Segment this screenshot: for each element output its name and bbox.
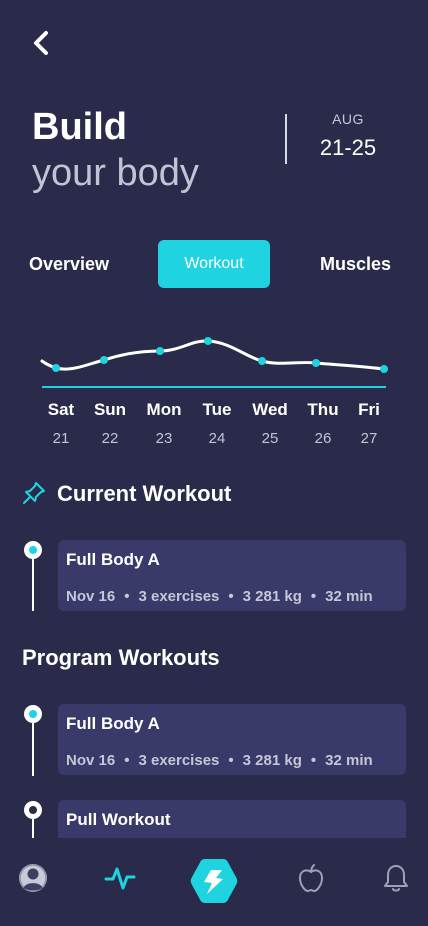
timeline-dot-active — [24, 705, 42, 723]
title-sub: your body — [32, 152, 199, 194]
apple-icon — [298, 864, 324, 893]
tab-bar: Overview Workout Muscles — [0, 240, 428, 288]
nav-profile[interactable] — [13, 858, 53, 898]
day-sun[interactable]: Sun 22 — [85, 400, 135, 447]
activity-curve — [40, 339, 386, 371]
chart-point-sun — [100, 356, 108, 364]
workout-date: Nov 16 — [66, 588, 116, 605]
day-name: Mon — [146, 400, 182, 419]
workout-weight: 3 281 kg — [242, 752, 302, 769]
tab-muscles[interactable]: Muscles — [320, 240, 391, 288]
workout-exercises: 3 exercises — [138, 588, 220, 605]
lightning-icon — [190, 859, 238, 903]
day-name: Tue — [202, 400, 232, 419]
workout-name: Pull Workout — [66, 810, 171, 829]
timeline-line — [32, 714, 34, 776]
day-fri[interactable]: Fri 27 — [344, 400, 394, 447]
title-main: Build — [32, 106, 127, 148]
pin-icon — [23, 482, 45, 504]
chart-point-wed — [258, 357, 266, 365]
day-number: 22 — [101, 430, 119, 447]
chart-point-fri — [380, 365, 388, 373]
day-name: Sat — [47, 400, 75, 419]
current-workout-title: Current Workout — [57, 481, 232, 506]
activity-chart — [40, 337, 388, 388]
nav-notifications[interactable] — [376, 858, 416, 898]
date-range: 21-25 — [319, 135, 377, 160]
day-number: 25 — [261, 430, 279, 447]
bell-icon — [384, 865, 408, 892]
timeline-dot-active — [24, 541, 42, 559]
date-month: AUG — [332, 111, 364, 127]
nav-workout[interactable] — [189, 856, 239, 906]
timeline-dot — [24, 801, 42, 819]
page-title: Build your body — [32, 104, 199, 196]
chart-point-tue — [204, 337, 212, 345]
day-number: 27 — [360, 430, 378, 447]
day-thu[interactable]: Thu 26 — [298, 400, 348, 447]
activity-icon — [104, 867, 136, 890]
workout-duration: 32 min — [325, 588, 373, 605]
profile-icon — [19, 864, 47, 892]
workout-duration: 32 min — [325, 752, 373, 769]
tab-overview[interactable]: Overview — [29, 240, 109, 288]
nav-nutrition[interactable] — [291, 858, 331, 898]
day-name: Sun — [93, 400, 127, 419]
workout-exercises: 3 exercises — [138, 752, 220, 769]
day-name: Fri — [358, 400, 380, 419]
day-tue[interactable]: Tue 24 — [192, 400, 242, 447]
day-mon[interactable]: Mon 23 — [139, 400, 189, 447]
chart-point-sat — [52, 364, 60, 372]
workout-meta: Nov 16 • 3 exercises • 3 281 kg • 32 min — [66, 588, 373, 605]
timeline-line — [32, 551, 34, 611]
workout-name: Full Body A — [66, 714, 160, 733]
workout-meta: Nov 16 • 3 exercises • 3 281 kg • 32 min — [66, 752, 373, 769]
day-number: 21 — [52, 430, 70, 447]
program-workout-card[interactable]: Full Body A Nov 16 • 3 exercises • 3 281 kg •… — [58, 704, 406, 775]
current-workout-card[interactable]: Full Body A Nov 16 • 3 exercises • 3 281 kg •… — [58, 540, 406, 611]
back-button[interactable] — [26, 28, 56, 58]
day-sat[interactable]: Sat 21 — [36, 400, 86, 447]
bottom-nav — [0, 838, 428, 926]
workout-weight: 3 281 kg — [242, 588, 302, 605]
tab-workout[interactable]: Workout — [158, 240, 270, 288]
week-days: Sat 21 Sun 22 Mon 23 Tue 24 Wed 25 Thu 2… — [0, 400, 428, 450]
day-wed[interactable]: Wed 25 — [245, 400, 295, 447]
program-workouts-title: Program Workouts — [22, 645, 220, 670]
chevron-left-icon — [34, 31, 48, 55]
date-range-block: AUG 21-25 — [300, 111, 396, 161]
day-number: 24 — [208, 430, 226, 447]
day-name: Thu — [307, 400, 339, 419]
day-number: 26 — [314, 430, 332, 447]
workout-date: Nov 16 — [66, 752, 116, 769]
workout-name: Full Body A — [66, 550, 160, 569]
header-divider — [285, 114, 287, 164]
chart-point-mon — [156, 347, 164, 355]
nav-activity[interactable] — [100, 858, 140, 898]
chart-point-thu — [312, 359, 320, 367]
day-number: 23 — [155, 430, 173, 447]
day-name: Wed — [252, 400, 288, 419]
